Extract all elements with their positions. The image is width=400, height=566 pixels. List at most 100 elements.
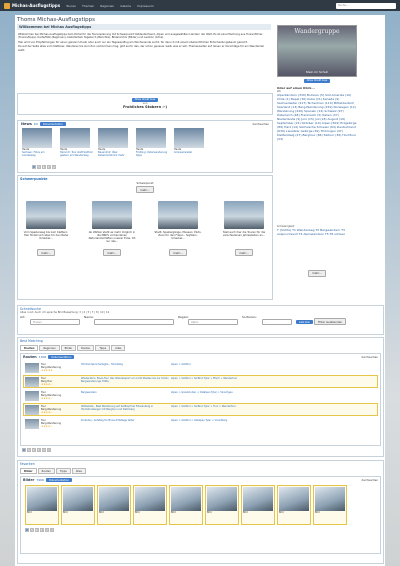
news-item[interactable]: Heute Heinrich: Tour statt Südtirol geste… <box>60 128 94 157</box>
page-button[interactable]: 1 <box>22 448 26 452</box>
route-region[interactable]: Alpen > Graubünden > Ostalpen Tyler > Vi… <box>171 391 376 394</box>
site-logo-text[interactable]: Michas-Ausflugstipps <box>12 3 60 8</box>
gallery-item[interactable]: Bild <box>205 485 239 525</box>
gallery-image[interactable] <box>207 487 237 511</box>
fav-tab-tipps[interactable]: Tipps <box>55 468 71 474</box>
schwerpunkt-card[interactable]: Vom Spazierweg bis zum Klettern: Hier fi… <box>22 201 70 256</box>
schwerpunkt-image[interactable] <box>224 201 264 229</box>
gallery-item[interactable]: Bild <box>25 485 59 525</box>
nav-item-themen[interactable]: Themen <box>82 4 94 8</box>
gallery-image[interactable] <box>243 487 273 511</box>
gallery-image[interactable] <box>27 487 57 511</box>
page-button[interactable]: 3 <box>35 528 39 532</box>
header-search-input[interactable]: Suche... <box>336 2 396 9</box>
page-button[interactable]: 5 <box>52 165 56 169</box>
page-button[interactable]: 6 <box>50 528 54 532</box>
schwerpunkt-card[interactable]: Stell euch hier die Touren für die versc… <box>220 201 268 256</box>
gallery-item[interactable]: Bild <box>313 485 347 525</box>
routes-docs-badge[interactable]: Dokumentation <box>48 355 75 359</box>
page-button[interactable]: 1 <box>32 165 36 169</box>
gallery-image[interactable] <box>99 487 129 511</box>
nav-item-touren[interactable]: Touren <box>66 4 76 8</box>
route-thumbnail[interactable] <box>25 363 39 373</box>
schwerpunkt-image[interactable] <box>158 201 198 229</box>
route-region[interactable]: Alpen > Südtirol > Südtirol Tyler > Etsc… <box>171 377 376 380</box>
gallery-item[interactable]: Bild <box>61 485 95 525</box>
schwerpunkt-image[interactable] <box>26 201 66 229</box>
filter-submit-button[interactable]: Lets Run <box>296 320 314 324</box>
page-button[interactable]: 2 <box>30 528 34 532</box>
gallery-item[interactable]: Bild <box>277 485 311 525</box>
page-button[interactable]: 4 <box>37 448 41 452</box>
route-row[interactable]: Tour Berg-Wanderung ★★★★☆ Bergwandern Alpe… <box>23 389 378 402</box>
schwerpunkt-card[interactable]: Stadt, Spaziergänge, Museen: Pluto, Zoos… <box>154 201 202 256</box>
tab-bilder[interactable]: Bilder <box>60 345 77 351</box>
page-button[interactable]: 3 <box>32 448 36 452</box>
route-thumbnail[interactable] <box>25 391 39 401</box>
region-select[interactable]: Alpen <box>188 319 238 325</box>
route-link[interactable]: Wildebilde - Best Weidlerung auf Sattkop… <box>81 405 171 411</box>
fav-tab-alles[interactable]: Alles <box>71 468 86 474</box>
card-more-button[interactable]: mehr... <box>103 249 121 256</box>
gallery-item[interactable]: Bild <box>241 485 275 525</box>
page-button[interactable]: 4 <box>47 165 51 169</box>
gallery-image[interactable] <box>279 487 309 511</box>
gallery-image[interactable] <box>63 487 93 511</box>
page-button[interactable]: 1 <box>25 528 29 532</box>
filter-reset-button[interactable]: Filter ausblenden <box>314 318 347 325</box>
news-link[interactable]: Bauernhof: Über Kaiserdombrück mehr <box>98 151 132 157</box>
nav-item-galerie[interactable]: Galerie <box>120 4 131 8</box>
nav-item-regionen[interactable]: Regionen <box>100 4 114 8</box>
gallery-search-link[interactable]: durchsuchen <box>361 479 378 482</box>
route-row[interactable]: Tour Berg-Tour ★★★★☆ Wiedenbüro, Eisen-Tou… <box>23 375 378 388</box>
tab-alles[interactable]: Alles <box>111 345 126 351</box>
news-item[interactable]: Heute Sachsen: Fotos am Landesweg <box>22 128 56 157</box>
page-button[interactable]: 3 <box>42 165 46 169</box>
news-docs-badge[interactable]: Dokumentation <box>39 122 66 126</box>
sidebar-more-button[interactable]: mehr... <box>308 269 326 277</box>
route-thumbnail[interactable] <box>25 419 39 429</box>
route-region[interactable]: Alpen > Südtirol > Ostalpen Tyler > Vora… <box>171 419 376 422</box>
news-item[interactable]: Heute Bauernhof: Über Kaiserdombrück mehr <box>98 128 132 157</box>
route-link[interactable]: Wiedenbüro, Eisen-Tour ider Wandersport … <box>81 377 171 383</box>
page-button[interactable]: 4 <box>40 528 44 532</box>
tab-regionen[interactable]: Regionen <box>39 345 60 351</box>
gallery-item[interactable]: Bild <box>169 485 203 525</box>
difficulty-cloud[interactable]: T (Sichts) T1 Wanderweg T2 Bergwandern T… <box>277 228 357 268</box>
gallery-image[interactable] <box>315 487 345 511</box>
news-link[interactable]: Frühling: Osterwanderung tipps <box>136 151 170 157</box>
fav-tab-routen[interactable]: Routen <box>37 468 55 474</box>
page-button[interactable]: 5 <box>42 448 46 452</box>
gallery-item[interactable]: Bild <box>97 485 131 525</box>
gallery-docs-badge[interactable]: Dokumentation <box>45 478 72 482</box>
tag-cloud[interactable]: Alpenländern (339) Bolivien (5) Süd-Amer… <box>277 93 357 223</box>
card-more-button[interactable]: mehr... <box>169 249 187 256</box>
news-link[interactable]: Sachsen: Fotos am Landesweg <box>22 151 56 157</box>
read-all-button[interactable]: Alles direkt Lies <box>131 97 159 102</box>
sidebar-photo[interactable]: Wandergruppe Stein im Schuh <box>277 25 357 77</box>
gallery-image[interactable] <box>135 487 165 511</box>
logo-icon[interactable] <box>4 2 10 9</box>
page-button[interactable]: 2 <box>27 448 31 452</box>
news-link[interactable]: Grünsamsiedel <box>174 151 208 154</box>
sort-select[interactable]: - <box>262 319 292 325</box>
sidebar-read-button[interactable]: Alles direkt Lies <box>303 78 331 83</box>
route-link[interactable]: Himmel-Sprüchereighe - Hochsteig <box>81 363 171 366</box>
tab-routen-2[interactable]: Routen <box>77 345 95 351</box>
route-row[interactable]: Tour Berg-Wanderung ★★★★☆ Krokodei - Aufst… <box>23 417 378 430</box>
news-item[interactable]: Heute Grünsamsiedel <box>174 128 208 157</box>
card-more-button[interactable]: mehr... <box>37 249 55 256</box>
route-link[interactable]: Bergwandern <box>81 391 171 394</box>
art-select[interactable]: Touren <box>30 319 80 325</box>
name-input[interactable] <box>94 319 174 325</box>
news-item[interactable]: Heute Frühling: Osterwanderung tipps <box>136 128 170 157</box>
news-search-link[interactable]: durchsuchen <box>252 123 269 126</box>
page-button[interactable]: 2 <box>37 165 41 169</box>
route-row[interactable]: Tour Berg-Wanderung ★★★★☆ Wildebilde - Bes… <box>23 403 378 416</box>
page-button[interactable]: 6 <box>47 448 51 452</box>
route-row[interactable]: Tour Berg-Wanderung ★★★★★ Himmel-Sprüchere… <box>23 361 378 374</box>
route-region[interactable]: Alpen > Südtirol > Südtirol Tyler > Tiro… <box>171 405 376 408</box>
route-thumbnail[interactable] <box>25 405 39 415</box>
tab-tipps[interactable]: Tipps <box>95 345 111 351</box>
news-link[interactable]: Heinrich: Tour statt Südtirol gestern am… <box>60 151 94 157</box>
